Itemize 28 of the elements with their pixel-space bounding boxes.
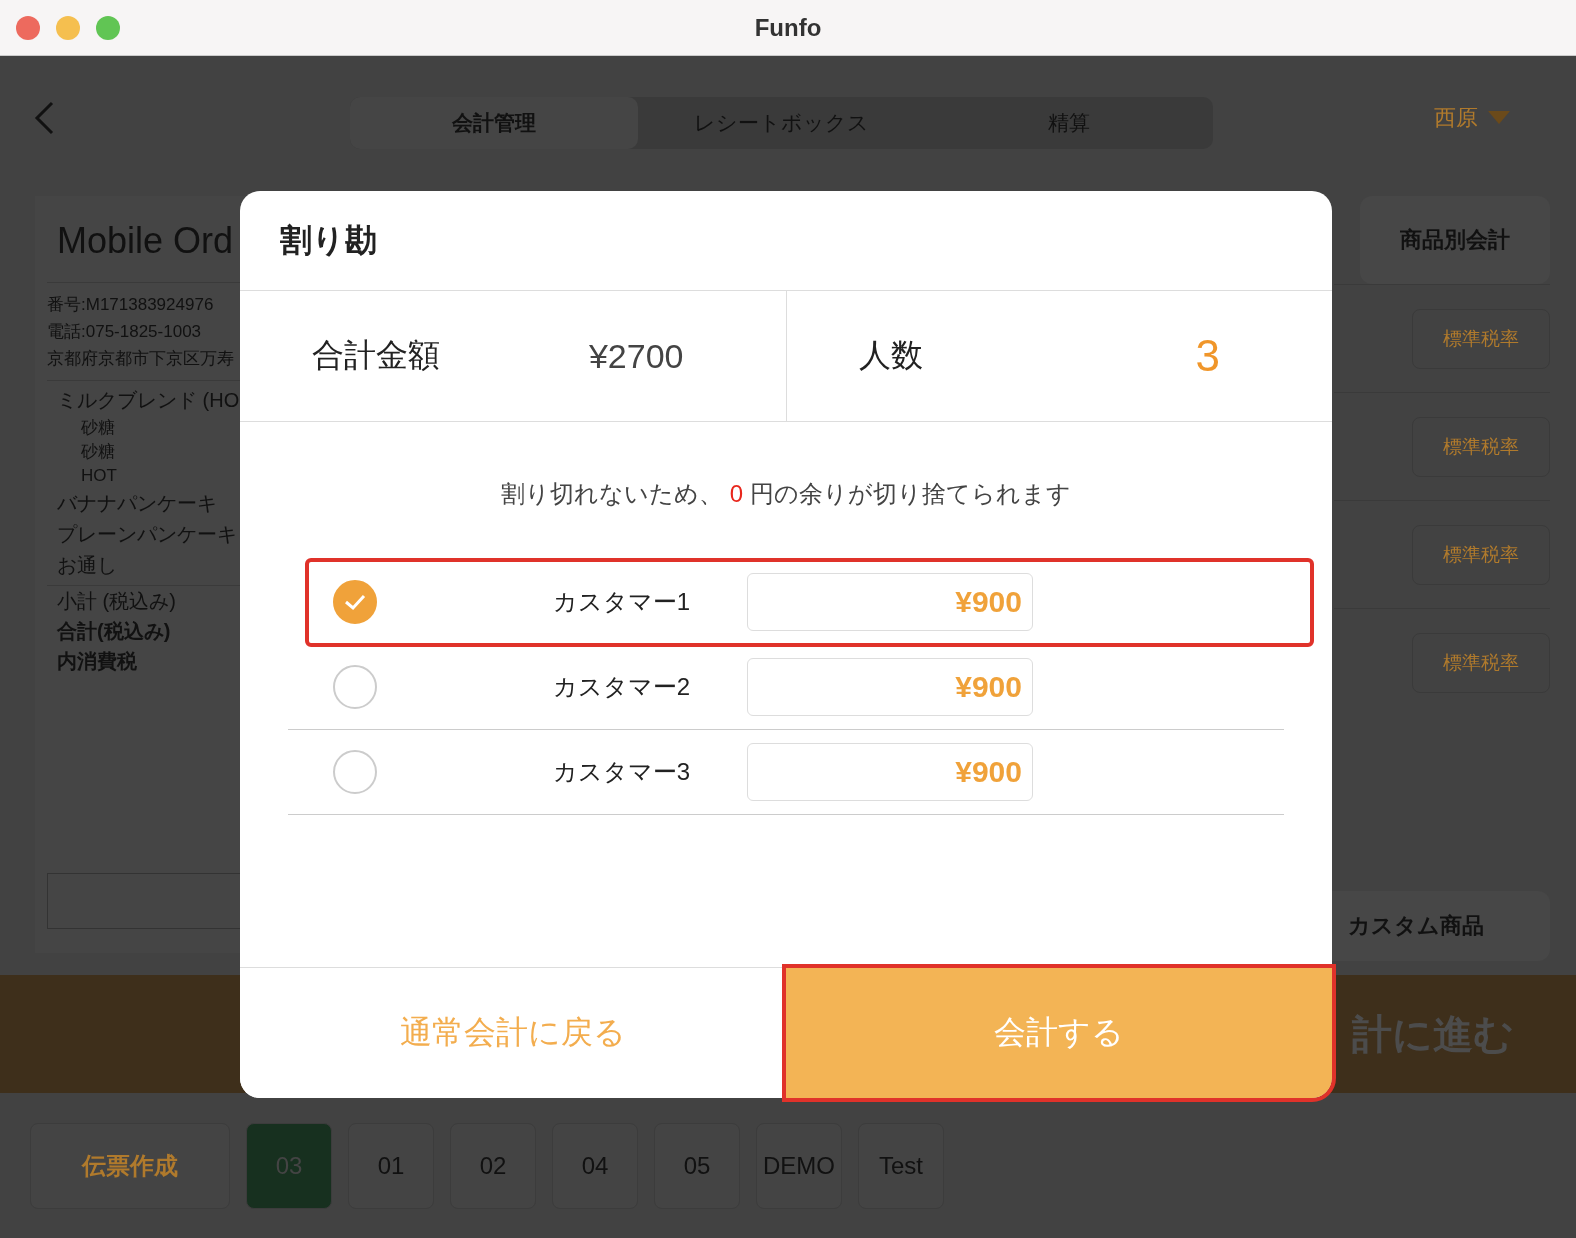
create-slip-button[interactable]: 伝票作成	[30, 1122, 230, 1209]
customer-name: カスタマー3	[551, 757, 691, 787]
amount-field[interactable]: ¥900	[747, 573, 1033, 631]
tax-rate-button[interactable]: 標準税率	[1412, 524, 1550, 585]
checkbox[interactable]	[333, 665, 377, 709]
amount-field[interactable]: ¥900	[747, 658, 1033, 716]
tax-rate-button[interactable]: 標準税率	[1412, 416, 1550, 477]
user-dropdown[interactable]: 西原	[1428, 102, 1516, 134]
back-icon[interactable]	[33, 101, 55, 135]
customer-name: カスタマー2	[551, 672, 691, 702]
checkmark-icon	[343, 593, 367, 611]
close-button[interactable]	[16, 16, 40, 40]
window-title: Funfo	[754, 13, 822, 42]
total-label: 合計金額	[312, 336, 440, 375]
customer-name: カスタマー1	[551, 587, 691, 617]
total-amount: ¥2700	[588, 336, 684, 376]
people-count: 3	[1195, 331, 1220, 381]
amount-field[interactable]: ¥900	[747, 743, 1033, 801]
zoom-button[interactable]	[96, 16, 120, 40]
people-label: 人数	[858, 336, 923, 375]
tax-rate-button[interactable]: 標準税率	[1412, 632, 1550, 693]
checkbox[interactable]	[333, 750, 377, 794]
caret-icon	[1488, 111, 1510, 125]
checkbox[interactable]	[333, 580, 377, 624]
remainder-notice: 割り切れないため、 0 円の余りが切り捨てられます	[500, 479, 1072, 509]
minimize-button[interactable]	[56, 16, 80, 40]
tax-rate-button[interactable]: 標準税率	[1412, 308, 1550, 369]
dialog-title: 割り勘	[240, 191, 1332, 291]
